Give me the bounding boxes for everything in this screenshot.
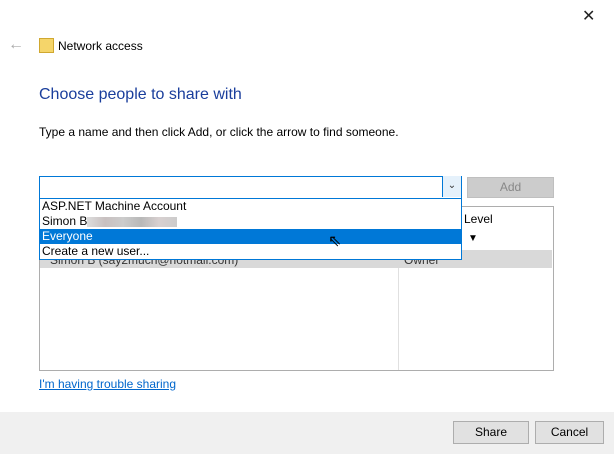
permission-level-header[interactable]: Level — [464, 212, 493, 226]
name-input[interactable] — [39, 176, 462, 199]
mouse-cursor-icon: ⇖ — [328, 233, 342, 250]
page-title: Choose people to share with — [39, 86, 242, 103]
network-users-icon — [39, 38, 54, 53]
share-button[interactable]: Share — [453, 421, 529, 444]
cancel-button[interactable]: Cancel — [535, 421, 604, 444]
instruction-text: Type a name and then click Add, or click… — [39, 125, 399, 139]
list-item[interactable]: Everyone — [40, 229, 461, 244]
dropdown-list[interactable]: ASP.NET Machine Account Simon B Everyone… — [39, 198, 462, 260]
redacted-text — [87, 216, 178, 227]
close-icon[interactable]: ✕ — [582, 6, 595, 26]
add-button[interactable]: Add — [467, 177, 554, 198]
sort-arrow-icon[interactable]: ▼ — [468, 233, 478, 244]
back-arrow-icon[interactable]: ← — [8, 36, 24, 54]
chevron-down-icon[interactable]: ⌄ — [442, 176, 461, 197]
list-item[interactable]: ASP.NET Machine Account — [40, 199, 461, 214]
list-item[interactable]: Simon B — [40, 214, 461, 229]
window-title: Network access — [58, 39, 143, 53]
list-item[interactable]: Create a new user... — [40, 244, 461, 259]
trouble-sharing-link[interactable]: I'm having trouble sharing — [39, 377, 176, 391]
list-item-label: Simon B — [42, 214, 88, 228]
